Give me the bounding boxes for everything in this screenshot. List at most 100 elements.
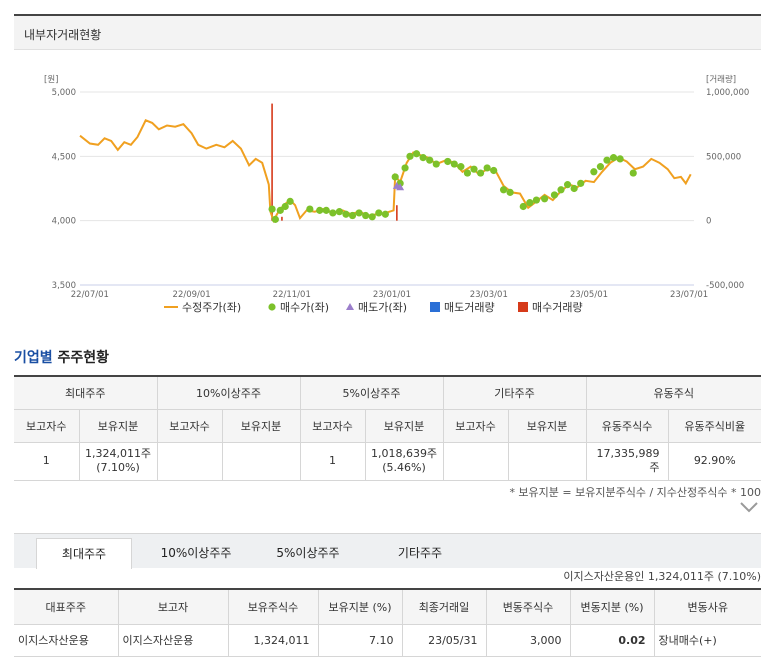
group-header: 5%이상주주 [299, 375, 444, 410]
buy-point [444, 157, 452, 166]
buy-point [463, 169, 472, 177]
legend-label: 매수거래량 [532, 301, 583, 314]
sub-header-row: 보고자수 보유지분 보고자수 보유지분 보고자수 보유지분 보고자수 보유지분 … [14, 408, 762, 443]
buy-point [432, 160, 440, 168]
table-cell: 23/05/31 [401, 623, 487, 657]
buy-point [629, 169, 637, 177]
buy-point [603, 156, 611, 164]
table-row: 이지스자산운용 이지스자산운용 1,324,011 7.10 23/05/31 … [14, 623, 761, 657]
x-tick-label: 23/01/01 [373, 290, 411, 300]
buy-point [401, 164, 409, 172]
sub-header: 보유지분 [221, 408, 301, 443]
table-cell: 3,000 [485, 623, 571, 657]
column-header: 보유주식수 [227, 588, 319, 625]
x-tick-label: 22/11/01 [273, 290, 311, 300]
buy-point [381, 210, 389, 218]
y-tick-label: 4,500 [52, 152, 76, 162]
table-cell [507, 441, 587, 481]
buy-point [355, 209, 363, 217]
tab-largest-shareholder[interactable]: 최대주주 [36, 538, 132, 569]
sub-header: 보고자수 [14, 408, 80, 443]
tab-10pct-shareholder[interactable]: 10%이상주주 [148, 538, 244, 569]
holder-summary: 이지스자산운용인 1,324,011주 (7.10%) [563, 570, 761, 583]
table-cell: 0.02 [569, 623, 655, 657]
shareholder-detail-table: 대표주주 보고자 보유주식수 보유지분 (%) 최종거래일 변동주식수 변동지분… [14, 588, 761, 657]
legend-label: 매도거래량 [444, 301, 495, 314]
buy-point [306, 205, 314, 213]
table-cell: 1 [299, 441, 366, 481]
sub-header: 보고자수 [442, 408, 509, 443]
y2-tick-label: 1,000,000 [706, 88, 749, 98]
table-cell: 1,018,639주 (5.46%) [364, 441, 444, 481]
y-tick-label: 5,000 [52, 88, 76, 98]
buy-point [391, 173, 399, 181]
table-cell: 이지스자산운용 [117, 623, 229, 657]
chevron-down-icon[interactable] [738, 498, 760, 516]
column-header: 최종거래일 [401, 588, 487, 625]
cell-line: (5.46%) [382, 461, 426, 474]
sub-header: 보유지분 [507, 408, 587, 443]
shareholder-tabs: 최대주주 10%이상주주 5%이상주주 기타주주 [14, 533, 761, 569]
legend-swatch-buy-volume [518, 302, 528, 312]
insider-trading-chart: 5,0004,5004,0003,5001,000,000500,0000-50… [44, 74, 749, 314]
buy-point [470, 165, 478, 173]
section-title-highlight: 기업별 [14, 350, 53, 366]
buy-point [609, 154, 618, 162]
buy-point [342, 210, 350, 218]
tab-other-shareholder[interactable]: 기타주주 [372, 538, 468, 569]
buy-point [550, 191, 559, 199]
buy-point [519, 202, 527, 211]
buy-point [268, 205, 276, 213]
buy-point [590, 168, 598, 176]
cell-line: 1,324,011주 [84, 447, 152, 460]
buy-point [541, 195, 549, 203]
buy-point [412, 150, 421, 158]
buy-point [322, 206, 330, 214]
group-header: 10%이상주주 [156, 375, 301, 410]
volume-bar [271, 103, 273, 221]
table-cell: 장내매수(+) [653, 623, 761, 657]
volume-bar [396, 205, 398, 221]
buy-point [483, 164, 491, 172]
table-cell: 1,324,011주 (7.10%) [78, 441, 158, 481]
column-header: 변동사유 [653, 588, 761, 625]
buy-point [499, 186, 508, 194]
buy-point [406, 152, 414, 160]
buy-point [286, 197, 294, 205]
x-tick-label: 22/09/01 [173, 290, 211, 300]
tab-5pct-shareholder[interactable]: 5%이상주주 [260, 538, 356, 569]
sub-header: 보고자수 [156, 408, 223, 443]
shareholder-summary-table: 최대주주 10%이상주주 5%이상주주 기타주주 유동주식 보고자수 보유지분 … [14, 375, 762, 481]
buy-point [450, 160, 458, 168]
price-line [79, 119, 692, 224]
panel-title: 내부자거래현황 [14, 16, 761, 50]
legend-swatch-buy [268, 303, 276, 311]
y2-tick-label: -500,000 [706, 281, 744, 291]
legend-label: 매수가(좌) [280, 301, 329, 314]
cell-line: 1,018,639주 [370, 447, 438, 460]
table-cell: 이지스자산운용 [14, 623, 119, 657]
buy-point [271, 215, 279, 223]
table-row: 1 1,324,011주 (7.10%) 1 1,018,639주 (5.46%… [14, 441, 762, 481]
legend-label: 매도가(좌) [358, 301, 407, 314]
buy-point [532, 196, 540, 204]
legend-swatch-sell [346, 303, 354, 310]
buy-point [368, 213, 376, 221]
table-cell: 17,335,989주 [585, 441, 669, 481]
sub-header: 보고자수 [299, 408, 366, 443]
sub-header: 유동주식비율 [667, 408, 762, 443]
group-header: 유동주식 [585, 375, 762, 410]
sub-header: 유동주식수 [585, 408, 669, 443]
buy-point [616, 155, 624, 163]
buy-point [563, 181, 572, 189]
share-ratio-note: * 보유지분 = 보유지분주식수 / 지수산정주식수 * 100 [509, 486, 761, 499]
volume-bar [281, 216, 283, 221]
y2-tick-label: 0 [706, 217, 711, 227]
buy-point [570, 184, 578, 193]
legend-label: 수정주가(좌) [182, 301, 241, 314]
y2-tick-label: 500,000 [706, 152, 741, 162]
y-axis-unit: [원] [44, 75, 58, 85]
buy-point [375, 209, 383, 217]
section-title-text: 주주현황 [57, 350, 110, 366]
y2-axis-unit: [거래량] [706, 74, 736, 85]
